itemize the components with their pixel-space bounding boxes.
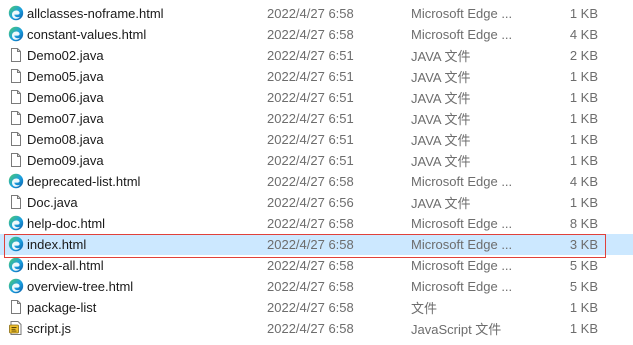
file-name: help-doc.html xyxy=(27,216,106,231)
file-date: 2022/4/27 6:58 xyxy=(267,279,354,294)
file-type: JAVA 文件 xyxy=(411,91,471,106)
file-type: JAVA 文件 xyxy=(411,133,471,148)
file-row[interactable]: package-list 2022/4/27 6:58 文件 1 KB xyxy=(0,297,633,318)
file-row[interactable]: Doc.java 2022/4/27 6:56 JAVA 文件 1 KB xyxy=(0,192,633,213)
file-date: 2022/4/27 6:58 xyxy=(267,321,354,336)
file-icon xyxy=(8,299,24,315)
file-name: Demo07.java xyxy=(27,111,104,126)
file-name: Demo08.java xyxy=(27,132,104,147)
file-row[interactable]: script.js 2022/4/27 6:58 JavaScript 文件 1 KB xyxy=(0,318,633,339)
file-size: 1 KB xyxy=(569,132,598,147)
file-icon xyxy=(8,152,24,168)
file-row[interactable]: allclasses-noframe.html 2022/4/27 6:58 Mic… xyxy=(0,3,633,24)
edge-icon xyxy=(8,278,24,294)
file-size: 1 KB xyxy=(569,153,598,168)
file-date: 2022/4/27 6:51 xyxy=(267,153,354,168)
file-type: Microsoft Edge ... xyxy=(411,279,513,294)
file-type: 文件 xyxy=(411,301,438,316)
file-row[interactable]: Demo09.java 2022/4/27 6:51 JAVA 文件 1 KB xyxy=(0,150,633,171)
file-size: 4 KB xyxy=(569,27,598,42)
file-name: index.html xyxy=(27,237,87,252)
file-row[interactable]: index.html 2022/4/27 6:58 Microsoft Edge .… xyxy=(0,234,633,255)
file-type: JAVA 文件 xyxy=(411,49,471,64)
file-name: Demo05.java xyxy=(27,69,104,84)
file-name: Demo06.java xyxy=(27,90,104,105)
file-type: JAVA 文件 xyxy=(411,154,471,169)
file-row[interactable]: Demo07.java 2022/4/27 6:51 JAVA 文件 1 KB xyxy=(0,108,633,129)
file-date: 2022/4/27 6:51 xyxy=(267,111,354,126)
file-row[interactable]: Demo06.java 2022/4/27 6:51 JAVA 文件 1 KB xyxy=(0,87,633,108)
file-type: Microsoft Edge ... xyxy=(411,258,513,273)
file-size: 3 KB xyxy=(569,237,598,252)
file-name: overview-tree.html xyxy=(27,279,134,294)
file-row[interactable]: overview-tree.html 2022/4/27 6:58 Microsof… xyxy=(0,276,633,297)
file-row[interactable]: Demo05.java 2022/4/27 6:51 JAVA 文件 1 KB xyxy=(0,66,633,87)
file-date: 2022/4/27 6:51 xyxy=(267,48,354,63)
file-row[interactable]: Demo02.java 2022/4/27 6:51 JAVA 文件 2 KB xyxy=(0,45,633,66)
file-date: 2022/4/27 6:58 xyxy=(267,174,354,189)
file-size: 8 KB xyxy=(569,216,598,231)
file-date: 2022/4/27 6:58 xyxy=(267,216,354,231)
file-date: 2022/4/27 6:51 xyxy=(267,132,354,147)
file-type: Microsoft Edge ... xyxy=(411,27,513,42)
file-date: 2022/4/27 6:51 xyxy=(267,69,354,84)
file-size: 5 KB xyxy=(569,258,598,273)
file-type: Microsoft Edge ... xyxy=(411,174,513,189)
edge-icon xyxy=(8,173,24,189)
file-icon xyxy=(8,47,24,63)
file-date: 2022/4/27 6:58 xyxy=(267,27,354,42)
file-date: 2022/4/27 6:58 xyxy=(267,6,354,21)
file-row[interactable]: index-all.html 2022/4/27 6:58 Microsoft Ed… xyxy=(0,255,633,276)
file-size: 1 KB xyxy=(569,90,598,105)
file-icon xyxy=(8,89,24,105)
file-date: 2022/4/27 6:58 xyxy=(267,237,354,252)
file-row[interactable]: Demo08.java 2022/4/27 6:51 JAVA 文件 1 KB xyxy=(0,129,633,150)
file-size: 1 KB xyxy=(569,321,598,336)
file-icon xyxy=(8,68,24,84)
file-date: 2022/4/27 6:58 xyxy=(267,258,354,273)
file-list: script.js 2022/4/27 6:58 JavaScript 文件 1 KB… xyxy=(0,0,633,345)
file-size: 1 KB xyxy=(569,300,598,315)
file-name: constant-values.html xyxy=(27,27,147,42)
file-name: deprecated-list.html xyxy=(27,174,141,189)
file-type: Microsoft Edge ... xyxy=(411,216,513,231)
file-type: JAVA 文件 xyxy=(411,112,471,127)
file-size: 1 KB xyxy=(569,195,598,210)
edge-icon xyxy=(8,5,24,21)
file-size: 4 KB xyxy=(569,174,598,189)
file-name: package-list xyxy=(27,300,97,315)
edge-icon xyxy=(8,215,24,231)
file-name: Demo02.java xyxy=(27,48,104,63)
file-date: 2022/4/27 6:58 xyxy=(267,300,354,315)
edge-icon xyxy=(8,26,24,42)
file-size: 2 KB xyxy=(569,48,598,63)
file-type: JavaScript 文件 xyxy=(411,322,502,337)
file-size: 5 KB xyxy=(569,279,598,294)
file-icon xyxy=(8,194,24,210)
file-row[interactable]: help-doc.html 2022/4/27 6:58 Microsoft Edg… xyxy=(0,213,633,234)
file-name: index-all.html xyxy=(27,258,104,273)
file-date: 2022/4/27 6:56 xyxy=(267,195,354,210)
edge-icon xyxy=(8,257,24,273)
edge-icon xyxy=(8,236,24,252)
file-date: 2022/4/27 6:51 xyxy=(267,90,354,105)
file-row[interactable]: constant-values.html 2022/4/27 6:58 Micros… xyxy=(0,24,633,45)
file-type: Microsoft Edge ... xyxy=(411,237,513,252)
script-icon xyxy=(8,320,24,336)
file-name: allclasses-noframe.html xyxy=(27,6,164,21)
file-icon xyxy=(8,110,24,126)
file-row[interactable]: deprecated-list.html 2022/4/27 6:58 Micros… xyxy=(0,171,633,192)
file-size: 1 KB xyxy=(569,6,598,21)
file-icon xyxy=(8,131,24,147)
file-type: JAVA 文件 xyxy=(411,196,471,211)
file-type: Microsoft Edge ... xyxy=(411,6,513,21)
file-name: script.js xyxy=(27,321,72,336)
file-size: 1 KB xyxy=(569,69,598,84)
file-size: 1 KB xyxy=(569,111,598,126)
file-name: Doc.java xyxy=(27,195,78,210)
file-name: Demo09.java xyxy=(27,153,104,168)
file-type: JAVA 文件 xyxy=(411,70,471,85)
